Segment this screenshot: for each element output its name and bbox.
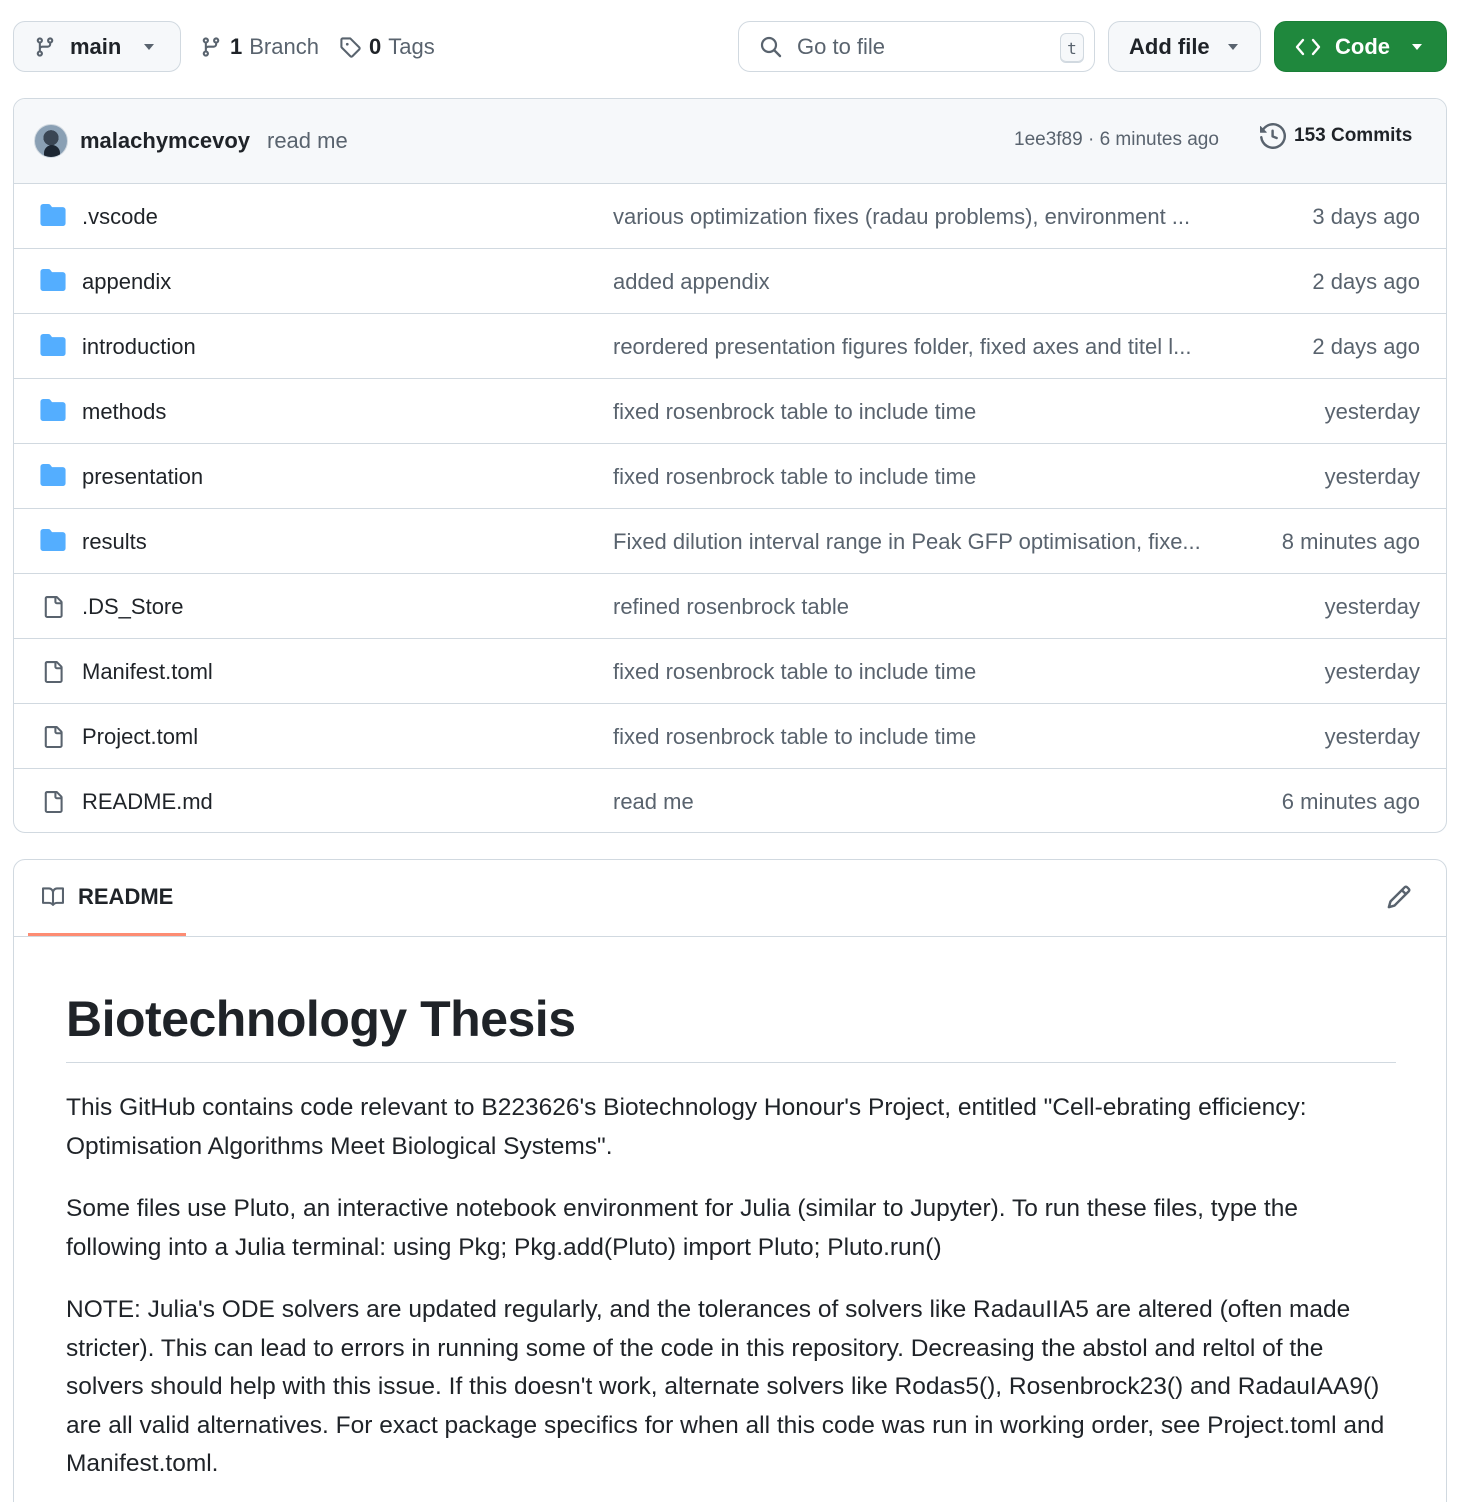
file-browser: malachymcevoy read me 1ee3f89 · 6 minute… bbox=[13, 98, 1447, 833]
file-name-link[interactable]: appendix bbox=[82, 269, 171, 295]
branch-label: Branch bbox=[249, 33, 319, 59]
add-file-button[interactable]: Add file bbox=[1108, 21, 1261, 72]
commit-count: 153 Commits bbox=[1294, 125, 1413, 146]
commits-link[interactable]: 153 Commits bbox=[1260, 123, 1412, 149]
folder-icon bbox=[40, 464, 66, 486]
file-icon bbox=[42, 789, 64, 815]
commit-date: yesterday bbox=[1324, 724, 1420, 749]
add-file-label: Add file bbox=[1129, 33, 1210, 59]
commit-hash-and-time[interactable]: 1ee3f89 · 6 minutes ago bbox=[1014, 129, 1219, 151]
file-list: .vscode various optimization fixes (radau… bbox=[14, 184, 1446, 832]
commit-date: 8 minutes ago bbox=[1281, 529, 1420, 554]
tag-icon bbox=[339, 36, 361, 58]
file-name-link[interactable]: README.md bbox=[82, 789, 213, 815]
latest-commit-message[interactable]: read me bbox=[267, 128, 348, 154]
commit-message-link[interactable]: refined rosenbrock table bbox=[613, 594, 1233, 620]
code-button[interactable]: Code bbox=[1274, 21, 1447, 72]
git-branch-icon bbox=[34, 36, 56, 58]
readme-tab-label: README bbox=[78, 883, 174, 909]
tags-link[interactable]: 0 Tags bbox=[339, 21, 435, 72]
commit-message-link[interactable]: various optimization fixes (radau proble… bbox=[613, 204, 1233, 230]
code-icon bbox=[1295, 37, 1321, 57]
commit-date: yesterday bbox=[1324, 399, 1420, 424]
commit-date: yesterday bbox=[1324, 594, 1420, 619]
table-row[interactable]: .DS_Store refined rosenbrock table yesterd… bbox=[14, 574, 1446, 639]
readme-paragraph: NOTE: Julia's ODE solvers are updated re… bbox=[66, 1296, 1385, 1477]
table-row[interactable]: README.md read me 6 minutes ago bbox=[14, 769, 1446, 832]
pencil-edit-icon[interactable] bbox=[1386, 884, 1412, 910]
branch-name: main bbox=[70, 33, 122, 59]
file-name-link[interactable]: presentation bbox=[82, 464, 203, 490]
table-row[interactable]: Project.toml fixed rosenbrock table to in… bbox=[14, 704, 1446, 769]
table-row[interactable]: results Fixed dilution interval range in … bbox=[14, 509, 1446, 574]
file-name-link[interactable]: .DS_Store bbox=[82, 594, 184, 620]
file-name-link[interactable]: Manifest.toml bbox=[82, 659, 213, 685]
code-label: Code bbox=[1335, 33, 1390, 59]
go-to-file-placeholder: Go to file bbox=[797, 33, 886, 59]
commit-date: 2 days ago bbox=[1312, 269, 1420, 294]
readme-title: Biotechnology Thesis bbox=[66, 990, 1396, 1063]
commit-date: 6 minutes ago bbox=[1281, 789, 1420, 814]
tag-count: 0 bbox=[369, 33, 382, 59]
table-row[interactable]: introduction reordered presentation figur… bbox=[14, 314, 1446, 379]
commit-date: 3 days ago bbox=[1312, 204, 1420, 229]
file-name-link[interactable]: results bbox=[82, 529, 147, 555]
readme-panel: README Biotechnology Thesis This GitHub … bbox=[13, 859, 1447, 1502]
table-row[interactable]: methods fixed rosenbrock table to include… bbox=[14, 379, 1446, 444]
file-name-link[interactable]: Project.toml bbox=[82, 724, 198, 750]
folder-icon bbox=[40, 529, 66, 551]
keyboard-shortcut-hint: t bbox=[1060, 33, 1084, 63]
caret-down-icon bbox=[142, 42, 156, 52]
search-icon bbox=[759, 35, 783, 59]
commit-message-link[interactable]: reordered presentation figures folder, f… bbox=[613, 334, 1233, 360]
commit-message-link[interactable]: added appendix bbox=[613, 269, 1233, 295]
git-branch-icon bbox=[200, 36, 222, 58]
tab-readme[interactable]: README bbox=[28, 860, 186, 936]
file-icon bbox=[42, 724, 64, 750]
tag-label: Tags bbox=[388, 33, 435, 59]
file-icon bbox=[42, 594, 64, 620]
commit-author[interactable]: malachymcevoy bbox=[80, 128, 250, 154]
caret-down-icon bbox=[1226, 42, 1240, 52]
table-row[interactable]: appendix added appendix 2 days ago bbox=[14, 249, 1446, 314]
file-name-link[interactable]: .vscode bbox=[82, 204, 158, 230]
table-row[interactable]: .vscode various optimization fixes (radau… bbox=[14, 184, 1446, 249]
go-to-file-input[interactable]: Go to file t bbox=[738, 21, 1095, 72]
readme-paragraph: This GitHub contains code relevant to B2… bbox=[66, 1094, 1307, 1160]
branches-link[interactable]: 1 Branch bbox=[200, 21, 319, 72]
book-icon bbox=[40, 886, 66, 908]
commit-message-link[interactable]: fixed rosenbrock table to include time bbox=[613, 464, 1233, 490]
latest-commit-bar: malachymcevoy read me 1ee3f89 · 6 minute… bbox=[14, 99, 1446, 184]
commit-message-link[interactable]: fixed rosenbrock table to include time bbox=[613, 659, 1233, 685]
commit-message-link[interactable]: read me bbox=[613, 789, 1233, 815]
table-row[interactable]: Manifest.toml fixed rosenbrock table to i… bbox=[14, 639, 1446, 704]
history-icon bbox=[1260, 123, 1286, 149]
commit-date: yesterday bbox=[1324, 464, 1420, 489]
folder-icon bbox=[40, 269, 66, 291]
folder-icon bbox=[40, 204, 66, 226]
file-name-link[interactable]: methods bbox=[82, 399, 166, 425]
commit-date: yesterday bbox=[1324, 659, 1420, 684]
readme-paragraph: Some files use Pluto, an interactive not… bbox=[66, 1195, 1298, 1261]
file-icon bbox=[42, 659, 64, 685]
table-row[interactable]: presentation fixed rosenbrock table to in… bbox=[14, 444, 1446, 509]
folder-icon bbox=[40, 399, 66, 421]
file-name-link[interactable]: introduction bbox=[82, 334, 196, 360]
folder-icon bbox=[40, 334, 66, 356]
commit-date: 2 days ago bbox=[1312, 334, 1420, 359]
caret-down-icon bbox=[1410, 42, 1424, 52]
commit-message-link[interactable]: fixed rosenbrock table to include time bbox=[613, 399, 1233, 425]
branch-selector-button[interactable]: main bbox=[13, 21, 181, 72]
commit-message-link[interactable]: Fixed dilution interval range in Peak GF… bbox=[613, 529, 1233, 555]
readme-content: Biotechnology Thesis This GitHub contain… bbox=[66, 990, 1396, 1484]
readme-tab-bar: README bbox=[14, 860, 1446, 937]
commit-message-link[interactable]: fixed rosenbrock table to include time bbox=[613, 724, 1233, 750]
avatar[interactable] bbox=[34, 124, 68, 158]
branch-count: 1 bbox=[230, 33, 243, 59]
